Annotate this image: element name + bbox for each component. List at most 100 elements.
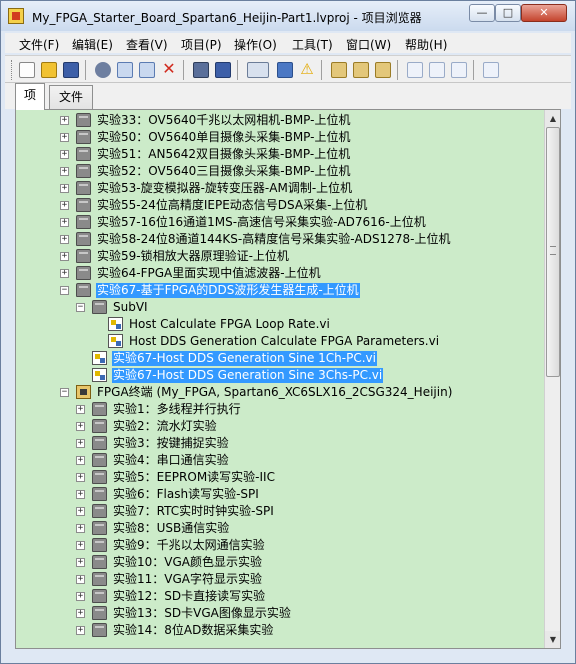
menu-window[interactable]: 窗口(W) — [346, 36, 391, 53]
project-properties-icon[interactable] — [193, 62, 209, 78]
menu-tools[interactable]: 工具(T) — [292, 36, 333, 53]
tree-item[interactable]: Host Calculate FPGA Loop Rate.vi — [16, 316, 544, 333]
tree-item[interactable]: + 实验13：SD卡VGA图像显示实验 — [16, 605, 544, 622]
menu-file[interactable]: 文件(F) — [19, 36, 59, 53]
minimize-button[interactable]: — — [469, 4, 495, 22]
folder-icon — [92, 470, 107, 484]
save-all-icon[interactable] — [63, 62, 79, 78]
expand-toggle[interactable]: + — [76, 524, 85, 533]
expand-toggle[interactable]: + — [76, 609, 85, 618]
expand-toggle[interactable]: + — [76, 473, 85, 482]
tree-item-selected[interactable]: − 实验67-基于FPGA的DDS波形发生器生成-上位机 — [16, 282, 544, 299]
tree-item[interactable]: + 实验50：OV5640单目摄像头采集-BMP-上位机 — [16, 129, 544, 146]
scroll-up-button[interactable]: ▲ — [545, 110, 560, 127]
tree-item[interactable]: + 实验55-24位高精度IEPE动态信号DSA采集-上位机 — [16, 197, 544, 214]
collapse-toggle[interactable]: − — [60, 388, 69, 397]
expand-toggle[interactable]: + — [60, 184, 69, 193]
tree-item[interactable]: + 实验5：EEPROM读写实验-IIC — [16, 469, 544, 486]
expand-toggle[interactable]: + — [60, 201, 69, 210]
save-icon[interactable] — [215, 62, 231, 78]
tree-item-selected[interactable]: 实验67-Host DDS Generation Sine 1Ch-PC.vi — [16, 350, 544, 367]
tree-item[interactable]: + 实验59-锁相放大器原理验证-上位机 — [16, 248, 544, 265]
scroll-down-button[interactable]: ▼ — [545, 631, 560, 648]
copy-icon[interactable] — [117, 62, 133, 78]
tree-item[interactable]: + 实验64-FPGA里面实现中值滤波器-上位机 — [16, 265, 544, 282]
tree-item[interactable]: + 实验51：AN5642双目摄像头采集-BMP-上位机 — [16, 146, 544, 163]
expand-toggle[interactable]: + — [60, 167, 69, 176]
menu-edit[interactable]: 编辑(E) — [72, 36, 113, 53]
maximize-button[interactable]: □ — [495, 4, 521, 22]
expand-toggle[interactable]: + — [76, 541, 85, 550]
expand-toggle[interactable]: + — [76, 626, 85, 635]
add-icon[interactable] — [407, 62, 423, 78]
menu-operate[interactable]: 操作(O) — [234, 36, 277, 53]
tree-item[interactable]: + 实验6：Flash读写实验-SPI — [16, 486, 544, 503]
tree-item[interactable]: + 实验52：OV5640三目摄像头采集-BMP-上位机 — [16, 163, 544, 180]
expand-toggle[interactable]: + — [60, 133, 69, 142]
tree-item-label: 实验52：OV5640三目摄像头采集-BMP-上位机 — [97, 164, 351, 178]
expand-toggle[interactable]: + — [76, 490, 85, 499]
resolve-icon[interactable] — [353, 62, 369, 78]
menu-view[interactable]: 查看(V) — [126, 36, 168, 53]
delete-icon[interactable]: ✕ — [161, 61, 177, 78]
expand-toggle[interactable]: + — [76, 439, 85, 448]
expand-toggle[interactable]: + — [60, 252, 69, 261]
expand-toggle[interactable]: + — [76, 456, 85, 465]
expand-toggle[interactable]: + — [60, 269, 69, 278]
view-icon[interactable] — [247, 62, 269, 78]
tree-item[interactable]: + 实验9：千兆以太网通信实验 — [16, 537, 544, 554]
tree-item[interactable]: + 实验53-旋变模拟器-旋转变压器-AM调制-上位机 — [16, 180, 544, 197]
tree-item[interactable]: + 实验2：流水灯实验 — [16, 418, 544, 435]
tree-item[interactable]: + 实验33：OV5640千兆以太网相机-BMP-上位机 — [16, 112, 544, 129]
tree-item[interactable]: + 实验12：SD卡直接读写实验 — [16, 588, 544, 605]
tree-item-selected[interactable]: 实验67-Host DDS Generation Sine 3Chs-PC.vi — [16, 367, 544, 384]
new-item-icon[interactable] — [483, 62, 499, 78]
expand-toggle[interactable]: + — [60, 218, 69, 227]
tree-item[interactable]: + 实验11：VGA字符显示实验 — [16, 571, 544, 588]
tree-item[interactable]: + 实验3：按键捕捉实验 — [16, 435, 544, 452]
menu-project[interactable]: 项目(P) — [181, 36, 222, 53]
tab-items[interactable]: 项 — [15, 83, 45, 110]
redo-icon[interactable] — [451, 62, 467, 78]
open-icon[interactable] — [41, 62, 57, 78]
expand-toggle[interactable]: + — [60, 116, 69, 125]
collapse-toggle[interactable]: − — [60, 286, 69, 295]
tree-item[interactable]: + 实验4：串口通信实验 — [16, 452, 544, 469]
expand-toggle[interactable]: + — [60, 235, 69, 244]
tab-strip: 项 文件 — [5, 83, 571, 110]
warning-icon[interactable]: ⚠ — [299, 62, 315, 78]
tree-item[interactable]: + 实验14：8位AD数据采集实验 — [16, 622, 544, 639]
filter-icon[interactable] — [331, 62, 347, 78]
expand-toggle[interactable]: + — [60, 150, 69, 159]
tab-files[interactable]: 文件 — [49, 85, 93, 109]
expand-toggle[interactable]: + — [76, 405, 85, 414]
build-icon[interactable] — [277, 62, 293, 78]
close-button[interactable]: ✕ — [521, 4, 567, 22]
expand-toggle[interactable]: + — [76, 558, 85, 567]
tree-item[interactable]: + 实验1：多线程并行执行 — [16, 401, 544, 418]
scrollbar-thumb[interactable] — [546, 127, 560, 377]
paste-icon[interactable] — [139, 62, 155, 78]
title-bar[interactable]: My_FPGA_Starter_Board_Spartan6_Heijin-Pa… — [1, 1, 575, 31]
expand-toggle[interactable]: + — [76, 507, 85, 516]
folder-icon — [92, 504, 107, 518]
expand-toggle[interactable]: + — [76, 592, 85, 601]
tree-item[interactable]: + 实验58-24位8通道144KS-高精度信号采集实验-ADS1278-上位机 — [16, 231, 544, 248]
expand-toggle[interactable]: + — [76, 422, 85, 431]
cut-icon[interactable] — [95, 62, 111, 78]
toolbar-grip[interactable] — [11, 60, 14, 80]
tree-item[interactable]: + 实验10：VGA颜色显示实验 — [16, 554, 544, 571]
tree-item[interactable]: − SubVI — [16, 299, 544, 316]
tree-item-fpga-target[interactable]: − FPGA终端 (My_FPGA, Spartan6_XC6SLX16_2CS… — [16, 384, 544, 401]
tree-item[interactable]: + 实验7：RTC实时时钟实验-SPI — [16, 503, 544, 520]
new-icon[interactable] — [19, 62, 35, 78]
refresh-icon[interactable] — [375, 62, 391, 78]
tree-item[interactable]: + 实验57-16位16通道1MS-高速信号采集实验-AD7616-上位机 — [16, 214, 544, 231]
tree-item[interactable]: + 实验8：USB通信实验 — [16, 520, 544, 537]
tree-item[interactable]: Host DDS Generation Calculate FPGA Param… — [16, 333, 544, 350]
vertical-scrollbar[interactable]: ▲ ▼ — [544, 110, 560, 648]
undo-icon[interactable] — [429, 62, 445, 78]
menu-help[interactable]: 帮助(H) — [405, 36, 447, 53]
expand-toggle[interactable]: + — [76, 575, 85, 584]
collapse-toggle[interactable]: − — [76, 303, 85, 312]
